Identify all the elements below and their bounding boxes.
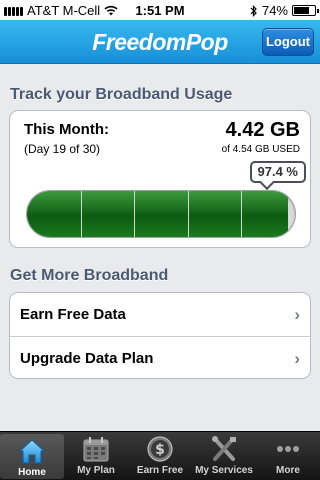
earn-free-data-row[interactable]: Earn Free Data › bbox=[10, 293, 310, 336]
battery-icon bbox=[292, 5, 319, 16]
svg-text:$: $ bbox=[155, 442, 165, 458]
usage-section-title: Track your Broadband Usage bbox=[10, 86, 233, 103]
tab-my-plan-label: My Plan bbox=[77, 465, 115, 476]
usage-card: This Month: (Day 19 of 30) 4.42 GB of 4.… bbox=[9, 110, 311, 248]
chevron-right-icon: › bbox=[294, 305, 300, 324]
calendar-icon bbox=[83, 437, 109, 462]
tab-my-plan[interactable]: My Plan bbox=[64, 432, 128, 480]
meter-segment-divider bbox=[241, 191, 243, 237]
usage-percent-badge: 97.4 % bbox=[249, 161, 306, 183]
home-icon bbox=[18, 439, 46, 464]
more-broadband-title: Get More Broadband bbox=[10, 267, 169, 284]
day-label: (Day 19 of 30) bbox=[24, 142, 101, 156]
tab-more[interactable]: More bbox=[256, 432, 320, 480]
tab-my-services[interactable]: My Services bbox=[192, 432, 256, 480]
usage-meter-fill bbox=[27, 191, 289, 237]
used-of-label: of 4.54 GB USED bbox=[221, 144, 300, 155]
tab-earn-free-label: Earn Free bbox=[136, 465, 184, 476]
chevron-right-icon: › bbox=[294, 349, 300, 368]
upgrade-data-plan-label: Upgrade Data Plan bbox=[20, 350, 154, 367]
meter-segment-divider bbox=[134, 191, 136, 237]
usage-meter bbox=[26, 190, 296, 238]
tab-bar: Home My Plan $ Earn Free My Services Mor… bbox=[0, 431, 320, 480]
status-right: 74% bbox=[250, 3, 319, 18]
dollar-icon: $ bbox=[147, 436, 173, 462]
tab-earn-free[interactable]: $ Earn Free bbox=[128, 432, 192, 480]
tab-my-services-label: My Services bbox=[195, 465, 253, 476]
tab-more-label: More bbox=[276, 465, 300, 476]
battery-percent: 74% bbox=[261, 3, 288, 18]
tab-home[interactable]: Home bbox=[0, 434, 64, 479]
month-label: This Month: bbox=[24, 121, 109, 138]
more-icon bbox=[277, 446, 299, 452]
meter-segment-divider bbox=[187, 191, 189, 237]
app-header: FreedomPop Logout bbox=[0, 20, 320, 64]
tools-icon bbox=[212, 436, 236, 461]
status-bar: AT&T M-Cell 1:51 PM 74% bbox=[0, 0, 320, 20]
used-total: 4.42 GB bbox=[225, 119, 300, 141]
meter-segment-divider bbox=[80, 191, 82, 237]
earn-free-data-label: Earn Free Data bbox=[20, 306, 126, 323]
bluetooth-icon bbox=[250, 4, 257, 17]
more-broadband-list: Earn Free Data › Upgrade Data Plan › bbox=[9, 292, 311, 379]
logout-button[interactable]: Logout bbox=[262, 28, 314, 56]
battery-fill bbox=[294, 7, 309, 14]
tab-home-label: Home bbox=[18, 467, 46, 478]
upgrade-data-plan-row[interactable]: Upgrade Data Plan › bbox=[10, 337, 310, 380]
